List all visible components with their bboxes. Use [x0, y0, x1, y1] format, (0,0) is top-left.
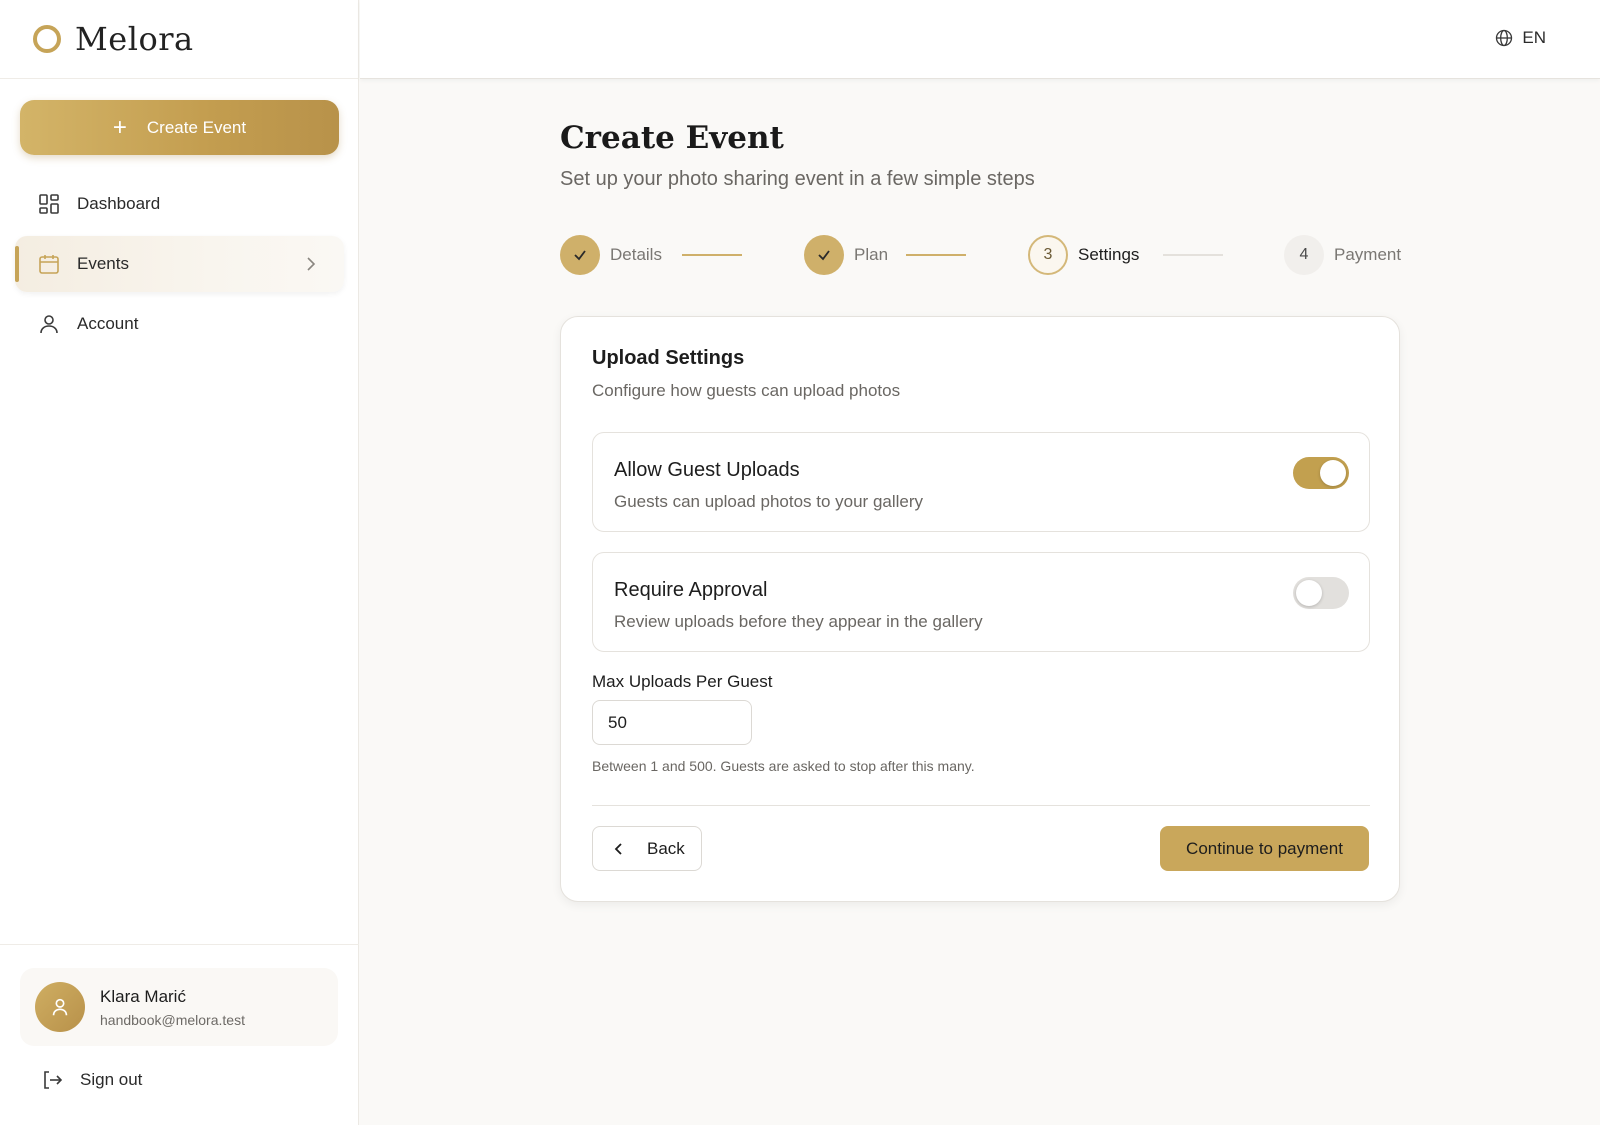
sign-out-label: Sign out [80, 1070, 143, 1089]
sidebar-item-dashboard[interactable]: Dashboard [15, 176, 344, 232]
option-title: Allow Guest Uploads [614, 459, 800, 481]
sidebar-item-label: Events [77, 254, 129, 273]
toggle-knob [1320, 460, 1346, 486]
toggle-knob [1296, 580, 1322, 606]
option-title: Require Approval [614, 579, 768, 601]
user-email: handbook@melora.test [100, 1011, 245, 1028]
sign-out-button[interactable]: Sign out [40, 1068, 142, 1092]
sign-out-icon [40, 1068, 64, 1092]
check-icon [560, 235, 600, 275]
step-connector [906, 254, 966, 256]
option-description: Guests can upload photos to your gallery [614, 492, 924, 511]
allow-guest-uploads-toggle[interactable] [1293, 457, 1349, 489]
sidebar-item-label: Dashboard [77, 194, 161, 213]
step-label: Payment [1334, 245, 1402, 264]
card-subtitle: Configure how guests can upload photos [592, 381, 901, 400]
back-button[interactable]: Back [592, 826, 702, 871]
upload-settings-card: Upload Settings Configure how guests can… [560, 316, 1400, 902]
step-label: Plan [854, 245, 889, 264]
chevron-left-icon [613, 841, 625, 857]
chevron-right-icon [304, 255, 318, 278]
card-title: Upload Settings [592, 347, 745, 369]
require-approval-toggle[interactable] [1293, 577, 1349, 609]
sidebar-item-events[interactable]: Events [15, 236, 344, 292]
max-uploads-help: Between 1 and 500. Guests are asked to s… [592, 758, 975, 774]
option-description: Review uploads before they appear in the… [614, 612, 983, 631]
max-uploads-input[interactable] [592, 700, 752, 745]
page-subtitle: Set up your photo sharing event in a few… [560, 168, 1035, 190]
avatar [35, 982, 85, 1032]
divider [592, 805, 1370, 806]
user-name: Klara Marić [100, 986, 186, 1006]
continue-label: Continue to payment [1186, 838, 1343, 858]
brand: Melora [0, 0, 358, 79]
calendar-icon [37, 252, 61, 276]
sidebar-item-account[interactable]: Account [15, 296, 344, 352]
step-settings: 3 Settings [1028, 235, 1139, 275]
brand-logo-icon [33, 25, 61, 53]
user-icon [37, 312, 61, 336]
check-icon [804, 235, 844, 275]
continue-to-payment-button[interactable]: Continue to payment [1160, 826, 1369, 871]
step-plan: Plan [804, 235, 888, 275]
sidebar-footer: Klara Marić handbook@melora.test Sign ou… [0, 944, 359, 1125]
topbar: EN [360, 0, 1600, 79]
option-allow-guest-uploads: Allow Guest Uploads Guests can upload ph… [592, 432, 1370, 532]
plus-icon: + [112, 113, 127, 141]
step-connector [682, 254, 742, 256]
page-title: Create Event [560, 120, 784, 156]
language-selector[interactable]: EN [1494, 28, 1546, 48]
sidebar: Melora + Create Event Dashboard Events A… [0, 0, 359, 1125]
step-number: 4 [1284, 235, 1324, 275]
create-event-label: Create Event [146, 117, 247, 137]
step-number: 3 [1028, 235, 1068, 275]
create-event-button[interactable]: + Create Event [20, 100, 339, 155]
brand-name: Melora [75, 20, 194, 58]
step-label: Details [610, 245, 662, 264]
step-details: Details [560, 235, 662, 275]
back-label: Back [647, 838, 685, 858]
dashboard-icon [37, 192, 61, 216]
step-payment: 4 Payment [1284, 235, 1401, 275]
user-card[interactable]: Klara Marić handbook@melora.test [20, 968, 338, 1046]
language-label: EN [1522, 28, 1546, 47]
globe-icon [1494, 28, 1514, 48]
step-connector [1163, 254, 1223, 256]
max-uploads-label: Max Uploads Per Guest [592, 672, 773, 691]
step-label: Settings [1078, 245, 1140, 264]
option-require-approval: Require Approval Review uploads before t… [592, 552, 1370, 652]
sidebar-item-label: Account [77, 314, 139, 333]
